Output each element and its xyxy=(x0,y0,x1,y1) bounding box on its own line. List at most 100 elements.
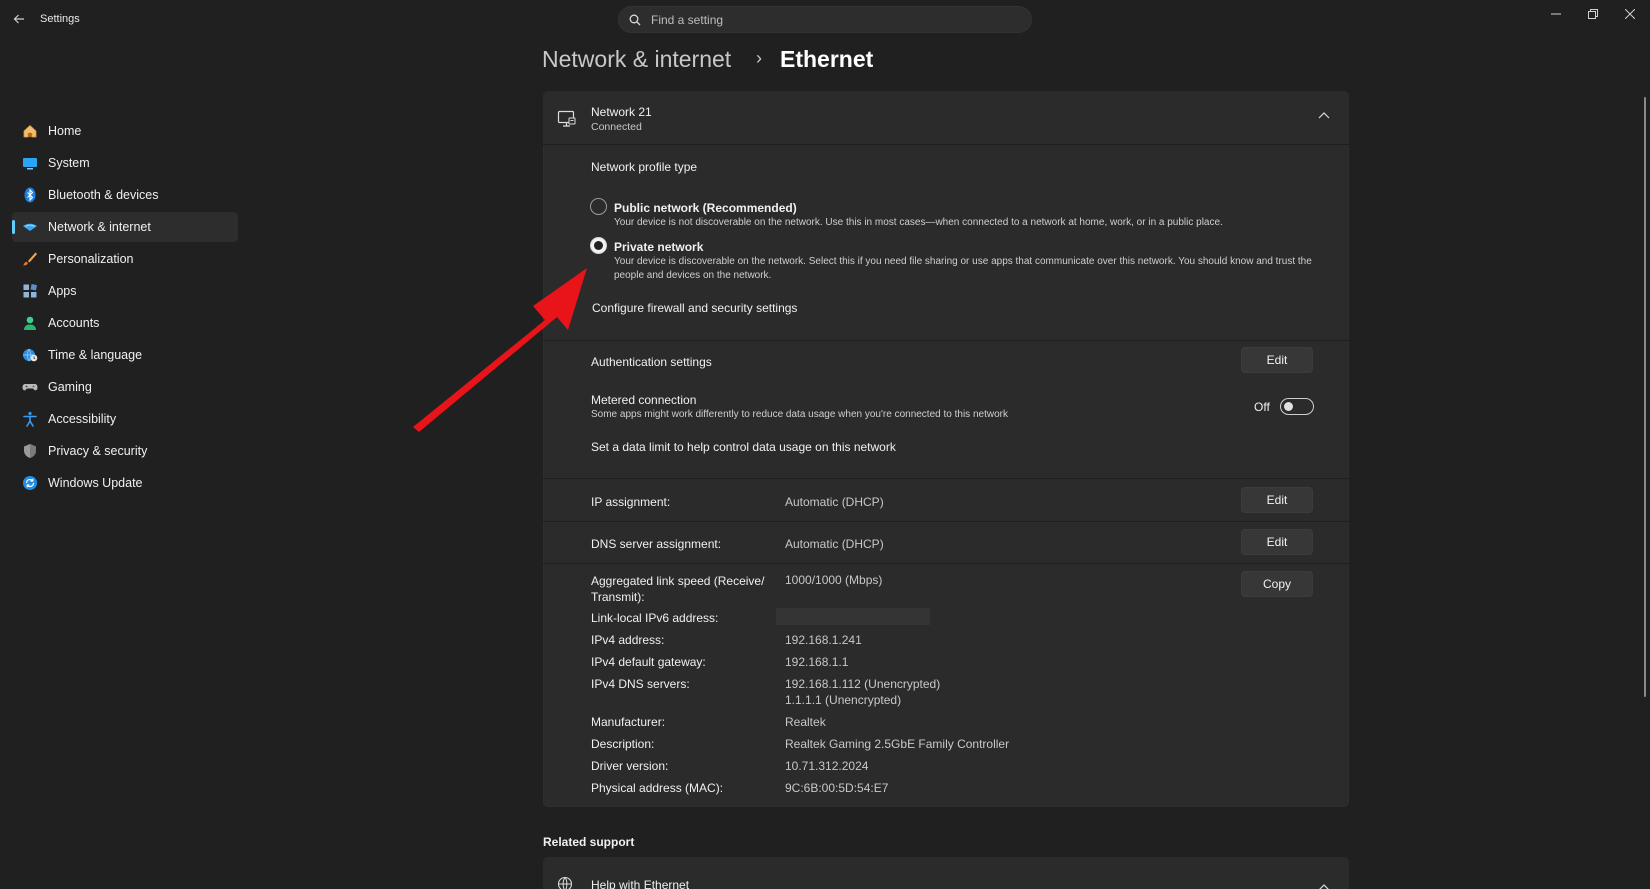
update-icon xyxy=(21,474,39,492)
gateway-label: IPv4 default gateway: xyxy=(591,655,706,669)
gateway-value: 192.168.1.1 xyxy=(785,655,849,669)
accessibility-icon xyxy=(21,410,39,428)
active-indicator xyxy=(12,220,15,234)
description-value: Realtek Gaming 2.5GbE Family Controller xyxy=(785,737,1010,751)
driver-version-value: 10.71.312.2024 xyxy=(785,759,869,773)
public-network-radio[interactable] xyxy=(590,198,607,215)
sidebar-item-label: Network & internet xyxy=(48,220,151,234)
restore-button[interactable] xyxy=(1575,2,1611,26)
section-divider xyxy=(543,340,1349,341)
radio-selected-dot xyxy=(594,241,603,250)
apps-icon xyxy=(21,282,39,300)
metered-connection-toggle[interactable] xyxy=(1280,398,1314,415)
sidebar-item-privacy[interactable]: Privacy & security xyxy=(12,436,238,466)
ip-edit-button[interactable]: Edit xyxy=(1241,487,1313,513)
data-limit-link[interactable]: Set a data limit to help control data us… xyxy=(591,440,896,454)
ipv4-value: 192.168.1.241 xyxy=(785,633,862,647)
private-network-description: Your device is discoverable on the netwo… xyxy=(614,256,1312,281)
home-icon xyxy=(21,122,39,140)
sidebar-item-label: Time & language xyxy=(48,348,143,362)
breadcrumb-parent[interactable]: Network & internet xyxy=(542,46,731,73)
sidebar-item-label: System xyxy=(48,156,90,170)
globe-clock-icon xyxy=(21,346,39,364)
toggle-knob xyxy=(1284,402,1293,411)
back-arrow-icon xyxy=(13,14,24,24)
sidebar-item-label: Gaming xyxy=(48,380,92,394)
scrollbar-thumb[interactable] xyxy=(1644,97,1646,697)
private-network-label: Private network xyxy=(614,240,704,254)
section-divider xyxy=(543,478,1349,479)
ip-assignment-value: Automatic (DHCP) xyxy=(785,495,884,509)
sidebar-item-network[interactable]: Network & internet xyxy=(12,212,238,242)
search-icon xyxy=(629,14,641,25)
app-title: Settings xyxy=(40,13,80,25)
close-button[interactable] xyxy=(1612,2,1648,26)
network-name: Network 21 xyxy=(591,105,652,119)
bluetooth-icon xyxy=(21,186,39,204)
sidebar-item-system[interactable]: System xyxy=(12,148,238,178)
sidebar-item-gaming[interactable]: Gaming xyxy=(12,372,238,402)
sidebar-item-label: Home xyxy=(48,124,82,138)
sidebar-item-label: Accounts xyxy=(48,316,100,330)
sidebar-item-label: Personalization xyxy=(48,252,134,266)
accounts-icon xyxy=(21,314,39,332)
sidebar-item-personalization[interactable]: Personalization xyxy=(12,244,238,274)
sidebar-item-time-language[interactable]: Time & language xyxy=(12,340,238,370)
profile-type-heading: Network profile type xyxy=(591,160,698,174)
sidebar-item-home[interactable]: Home xyxy=(12,116,238,146)
private-network-radio[interactable] xyxy=(590,237,607,254)
sidebar-item-label: Bluetooth & devices xyxy=(48,188,159,202)
search-input[interactable] xyxy=(651,12,991,27)
breadcrumb-separator-icon: › xyxy=(756,48,762,68)
manufacturer-label: Manufacturer: xyxy=(591,715,666,729)
authentication-settings-label: Authentication settings xyxy=(591,355,712,369)
dns-servers-label: IPv4 DNS servers: xyxy=(591,677,690,691)
copy-button[interactable]: Copy xyxy=(1241,571,1313,597)
link-speed-value: 1000/1000 (Mbps) xyxy=(785,573,883,587)
public-network-label: Public network (Recommended) xyxy=(614,201,797,215)
collapse-chevron-icon[interactable] xyxy=(1318,108,1330,122)
dns-assignment-label: DNS server assignment: xyxy=(591,537,722,551)
red-arrow-annotation xyxy=(413,268,587,432)
sidebar-item-windows-update[interactable]: Windows Update xyxy=(12,468,238,498)
gamepad-icon xyxy=(21,378,39,396)
section-divider xyxy=(543,563,1349,564)
dns-assignment-value: Automatic (DHCP) xyxy=(785,537,884,551)
network-status: Connected xyxy=(591,121,642,133)
metered-state-label: Off xyxy=(1254,400,1270,414)
restore-icon xyxy=(1588,9,1598,19)
auth-edit-button[interactable]: Edit xyxy=(1241,347,1313,373)
link-speed-label: Aggregated link speed (Receive/ Transmit… xyxy=(591,574,765,604)
sidebar-item-bluetooth[interactable]: Bluetooth & devices xyxy=(12,180,238,210)
minimize-button[interactable] xyxy=(1538,2,1574,26)
shield-icon xyxy=(21,442,39,460)
globe-icon xyxy=(557,876,573,889)
sidebar-item-label: Windows Update xyxy=(48,476,143,490)
ipv6-label: Link-local IPv6 address: xyxy=(591,611,719,625)
dns-edit-button[interactable]: Edit xyxy=(1241,529,1313,555)
dns-server-1-value: 192.168.1.112 (Unencrypted) xyxy=(785,677,941,691)
ethernet-monitor-icon xyxy=(557,109,577,129)
sidebar-item-label: Privacy & security xyxy=(48,444,148,458)
network-icon xyxy=(21,218,39,236)
system-icon xyxy=(21,154,39,172)
manufacturer-value: Realtek xyxy=(785,715,826,729)
related-support-heading: Related support xyxy=(543,835,635,849)
close-icon xyxy=(1625,9,1635,19)
back-button[interactable] xyxy=(8,8,30,30)
help-chevron-up-icon[interactable] xyxy=(1318,880,1330,889)
firewall-settings-link[interactable]: Configure firewall and security settings xyxy=(592,301,797,315)
search-box[interactable] xyxy=(618,6,1032,33)
sidebar-item-accessibility[interactable]: Accessibility xyxy=(12,404,238,434)
driver-version-label: Driver version: xyxy=(591,759,669,773)
sidebar-item-apps[interactable]: Apps xyxy=(12,276,238,306)
metered-connection-label: Metered connection xyxy=(591,393,697,407)
network-header[interactable] xyxy=(543,91,1349,145)
help-with-ethernet-label: Help with Ethernet xyxy=(591,878,690,889)
ip-assignment-label: IP assignment: xyxy=(591,495,671,509)
sidebar-item-label: Accessibility xyxy=(48,412,117,426)
page-title: Ethernet xyxy=(780,46,874,72)
sidebar-item-accounts[interactable]: Accounts xyxy=(12,308,238,338)
public-network-description: Your device is not discoverable on the n… xyxy=(614,217,1223,228)
brush-icon xyxy=(21,250,39,268)
